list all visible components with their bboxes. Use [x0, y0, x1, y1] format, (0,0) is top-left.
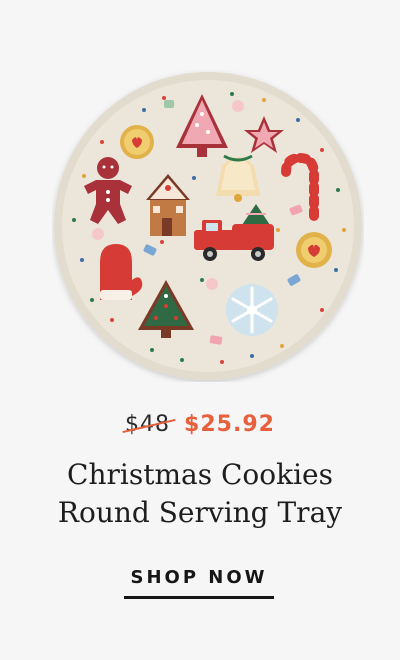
shop-now-button[interactable]: SHOP NOW: [124, 567, 274, 599]
price-row: $48 $25.92: [0, 412, 400, 437]
candy-icon: [164, 100, 174, 108]
original-price: $48: [122, 412, 176, 437]
product-title[interactable]: Christmas Cookies Round Serving Tray: [0, 456, 400, 532]
sale-price: $25.92: [184, 412, 275, 437]
snowflake-cookie-icon: [226, 284, 278, 336]
peppermint-icon: [232, 100, 244, 112]
product-image[interactable]: [52, 70, 364, 382]
heart-cookie-icon: [120, 125, 154, 159]
peppermint-icon: [206, 278, 218, 290]
product-title-line-1: Christmas Cookies: [67, 458, 333, 491]
product-title-line-2: Round Serving Tray: [57, 496, 343, 529]
product-card: $48 $25.92 Christmas Cookies Round Servi…: [0, 0, 400, 660]
peppermint-icon: [92, 228, 104, 240]
tray-illustration: [54, 72, 362, 380]
heart-cookie-right-icon: [296, 232, 332, 268]
